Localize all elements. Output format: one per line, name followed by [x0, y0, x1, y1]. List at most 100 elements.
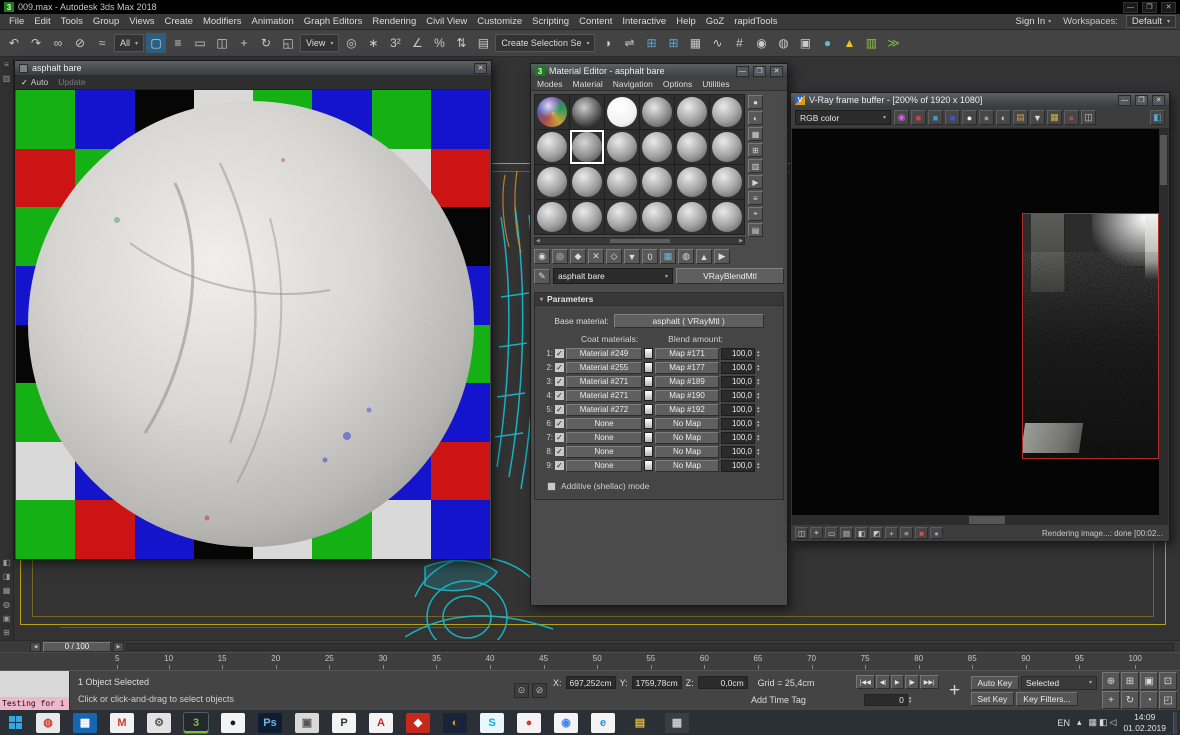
blend-amount-spinner[interactable]: ▴▾ [757, 364, 765, 372]
material-sample-slot[interactable] [675, 165, 709, 199]
material-sample-slot[interactable] [710, 200, 744, 234]
material-sample-slot[interactable] [640, 200, 674, 234]
coat-material-button[interactable]: Material #272 [566, 404, 642, 416]
blend-amount-spinner[interactable]: ▴▾ [757, 378, 765, 386]
auto-key-button[interactable]: Auto Key [971, 676, 1020, 690]
coat-material-button[interactable]: Material #249 [566, 348, 642, 360]
material-sample-slot[interactable] [570, 95, 604, 129]
material-id-channel-icon[interactable]: 0 [642, 249, 658, 264]
menu-modifiers[interactable]: Modifiers [198, 16, 247, 27]
maximize-button[interactable]: ❐ [1142, 2, 1157, 13]
select-and-rotate-icon[interactable]: ↻ [256, 33, 276, 53]
menu-content[interactable]: Content [574, 16, 617, 27]
browser-app-icon[interactable]: ◍ [36, 713, 60, 733]
material-options-icon[interactable]: ≡ [748, 191, 763, 205]
spinner-snap-icon[interactable]: ⇅ [451, 33, 471, 53]
rendered-frame-icon[interactable]: ▣ [795, 33, 815, 53]
blend-map-button[interactable]: No Map [655, 432, 719, 444]
undo-icon[interactable]: ↶ [4, 33, 24, 53]
show-corrections-panel-icon[interactable]: ◧ [1150, 110, 1165, 125]
sign-in-menu[interactable]: Sign In▾ [1012, 16, 1056, 27]
minimize-button[interactable]: — [1123, 2, 1138, 13]
me-menu-navigation[interactable]: Navigation [613, 79, 653, 89]
alpha-channel-icon[interactable]: ● [962, 110, 977, 125]
frame-spinner[interactable]: ▴▾ [909, 696, 917, 704]
select-by-name-icon[interactable]: ≡ [168, 33, 188, 53]
parameters-rollout-header[interactable]: ▾ Parameters [535, 293, 783, 306]
menu-scripting[interactable]: Scripting [527, 16, 574, 27]
blend-color-swatch[interactable] [644, 418, 653, 429]
sample-uv-tiling-icon[interactable]: ⊞ [748, 143, 763, 157]
select-and-move-icon[interactable]: + [234, 33, 254, 53]
blend-amount-spinner[interactable]: ▴▾ [757, 392, 765, 400]
material-editor-icon[interactable]: ◉ [751, 33, 771, 53]
base-material-button[interactable]: asphalt ( VRayMtl ) [614, 314, 764, 328]
blend-amount-spinner[interactable]: ▴▾ [757, 350, 765, 358]
put-to-library-icon[interactable]: ▼ [624, 249, 640, 264]
snaps-toggle-icon[interactable]: 3² [385, 33, 405, 53]
blend-map-button[interactable]: Map #177 [655, 362, 719, 374]
track-mouse-icon[interactable]: ⌖ [810, 527, 823, 539]
viewport-layout-icon[interactable]: ▥ [1, 73, 12, 84]
ribbon-icon[interactable]: ▦ [685, 33, 705, 53]
vfb-titlebar[interactable]: V V-Ray frame buffer - [200% of 1920 x 1… [791, 93, 1169, 107]
blend-map-button[interactable]: No Map [655, 446, 719, 458]
coat-enable-checkbox[interactable]: ✓ [555, 433, 564, 442]
schematic-view-icon[interactable]: # [729, 33, 749, 53]
me-menu-modes[interactable]: Modes [537, 79, 563, 89]
put-to-scene-icon[interactable]: ◎ [552, 249, 568, 264]
history-icon[interactable]: ≡ [900, 527, 913, 539]
3dsmax-app-icon[interactable]: 3 [184, 713, 208, 733]
previous-frame-button[interactable]: ◀| [876, 675, 890, 689]
vertical-scrollbar[interactable] [1159, 129, 1168, 515]
material-sample-slot[interactable] [605, 130, 639, 164]
menu-rendering[interactable]: Rendering [367, 16, 421, 27]
get-material-icon[interactable]: ◉ [534, 249, 550, 264]
angle-snap-icon[interactable]: ∠ [407, 33, 427, 53]
material-sample-slot[interactable] [605, 200, 639, 234]
maximize-viewport-toggle-button[interactable]: ◰ [1159, 691, 1177, 709]
coat-enable-checkbox[interactable]: ✓ [555, 405, 564, 414]
green-channel-icon[interactable]: ■ [928, 110, 943, 125]
color-corrections-icon[interactable]: ▤ [1013, 110, 1028, 125]
material-sample-slot[interactable] [710, 130, 744, 164]
crosshair-button[interactable]: + [941, 671, 969, 710]
y-coordinate-field[interactable]: 1759,78cm [632, 676, 682, 689]
coat-enable-checkbox[interactable]: ✓ [555, 363, 564, 372]
horizontal-scrollbar[interactable] [792, 515, 1168, 525]
material-sample-slot[interactable] [710, 95, 744, 129]
coat-enable-checkbox[interactable]: ✓ [555, 461, 564, 470]
scroll-left-icon[interactable]: ◀ [536, 238, 540, 244]
clear-image-icon[interactable]: ● [1064, 110, 1079, 125]
material-sample-slot[interactable] [570, 165, 604, 199]
go-to-end-button[interactable]: ▶▶| [920, 675, 939, 689]
blend-amount-spinner[interactable]: ▴▾ [757, 420, 765, 428]
listener-output-line[interactable] [0, 671, 69, 697]
selection-lock-toggle[interactable]: ⊘ [532, 683, 547, 698]
blend-map-button[interactable]: No Map [655, 460, 719, 472]
menu-customize[interactable]: Customize [472, 16, 527, 27]
blend-map-button[interactable]: Map #189 [655, 376, 719, 388]
skype-app-icon[interactable]: S [480, 713, 504, 733]
grid-panel-icon[interactable]: ▦ [1, 585, 12, 596]
scene-panel-icon[interactable]: ◧ [1, 557, 12, 568]
select-object-icon[interactable]: ▢ [146, 33, 166, 53]
blend-map-button[interactable]: No Map [655, 418, 719, 430]
material-sample-slot[interactable] [710, 165, 744, 199]
red-app-icon[interactable]: ◆ [406, 713, 430, 733]
calculator-app-icon[interactable]: ▦ [665, 713, 689, 733]
unlink-selection-icon[interactable]: ⊘ [70, 33, 90, 53]
blend-color-swatch[interactable] [644, 348, 653, 359]
coat-enable-checkbox[interactable]: ✓ [555, 377, 564, 386]
add-time-tag[interactable]: Add Time Tag [751, 695, 806, 705]
material-sample-slot[interactable] [605, 165, 639, 199]
monochrome-icon[interactable]: ● [979, 110, 994, 125]
window-crossing-icon[interactable]: ◫ [212, 33, 232, 53]
material-sample-slot[interactable] [605, 95, 639, 129]
update-button[interactable]: Update [58, 77, 85, 87]
material-sample-slot[interactable] [570, 130, 604, 164]
go-to-start-button[interactable]: |◀◀ [856, 675, 875, 689]
video-color-check-icon[interactable]: ▥ [748, 159, 763, 173]
pan-button[interactable]: + [1102, 691, 1120, 709]
menu-edit[interactable]: Edit [29, 16, 55, 27]
